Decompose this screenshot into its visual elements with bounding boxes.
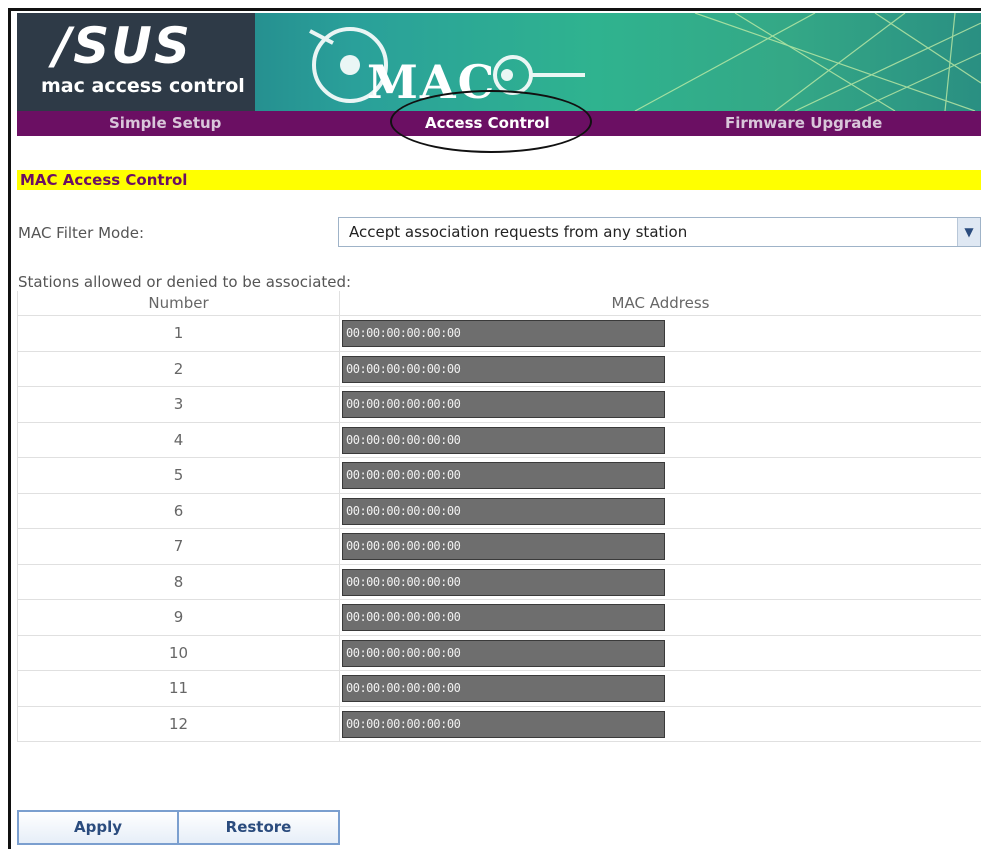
apply-button[interactable]: Apply [17,810,179,845]
row-number: 12 [17,706,340,741]
row-number: 8 [17,564,340,599]
mac-address-field[interactable]: 00:00:00:00:00:00 [342,639,665,667]
top-nav: Simple Setup Access Control Firmware Upg… [17,111,981,136]
banner-mac-text: MAC [367,55,497,109]
row-number: 2 [17,351,340,386]
mac-address-field[interactable]: 00:00:00:00:00:00 [342,604,665,631]
table-row: 8 00:00:00:00:00:00 [17,564,981,600]
header-banner: /SUS mac access control MAC [17,13,981,111]
table-row: 2 00:00:00:00:00:00 [17,351,981,387]
section-header-bar: MAC Access Control [17,170,981,190]
row-number: 3 [17,387,340,422]
mac-address-field[interactable]: 00:00:00:00:00:00 [342,462,665,489]
table-row: 4 00:00:00:00:00:00 [17,422,981,458]
product-subtitle: mac access control [41,75,245,97]
row-number: 5 [17,458,340,493]
nav-access-control[interactable]: Access Control [425,111,550,136]
logo-panel: /SUS mac access control [17,13,255,111]
mac-address-field[interactable]: 00:00:00:00:00:00 [342,426,665,454]
table-row: 1 00:00:00:00:00:00 [17,316,981,352]
row-number: 4 [17,422,340,457]
mac-address-field[interactable]: 00:00:00:00:00:00 [342,391,665,418]
table-row: 12 00:00:00:00:00:00 [17,706,981,742]
table-header-row: Number MAC Address [17,291,981,316]
table-row: 10 00:00:00:00:00:00 [17,635,981,671]
brand-logo: /SUS [53,17,192,75]
row-number: 10 [17,635,340,670]
mac-address-field[interactable]: 00:00:00:00:00:00 [342,675,665,702]
stations-label: Stations allowed or denied to be associa… [18,273,352,291]
window-frame-left [8,8,11,849]
row-number: 9 [17,600,340,635]
row-number: 11 [17,671,340,706]
nav-simple-setup[interactable]: Simple Setup [109,111,221,136]
mac-address-field[interactable]: 00:00:00:00:00:00 [342,497,665,525]
mac-address-field[interactable]: 00:00:00:00:00:00 [342,568,665,596]
table-row: 6 00:00:00:00:00:00 [17,493,981,529]
mac-filter-mode-label: MAC Filter Mode: [18,224,145,242]
row-number: 1 [17,316,340,351]
table-row: 5 00:00:00:00:00:00 [17,458,981,494]
mac-address-field[interactable]: 00:00:00:00:00:00 [342,710,665,738]
table-row: 11 00:00:00:00:00:00 [17,671,981,707]
restore-button[interactable]: Restore [177,810,340,845]
mac-address-field[interactable]: 00:00:00:00:00:00 [342,533,665,560]
column-header-number: Number [17,291,340,315]
section-title: MAC Access Control [20,171,188,189]
row-number: 6 [17,493,340,528]
mac-address-field[interactable]: 00:00:00:00:00:00 [342,320,665,347]
banner-graphic [309,13,981,111]
mac-filter-mode-select[interactable]: Accept association requests from any sta… [338,217,981,247]
table-row: 7 00:00:00:00:00:00 [17,529,981,565]
table-row: 3 00:00:00:00:00:00 [17,387,981,423]
nav-firmware-upgrade[interactable]: Firmware Upgrade [725,111,882,136]
mac-filter-mode-value: Accept association requests from any sta… [349,223,688,241]
row-number: 7 [17,529,340,564]
column-header-mac-address: MAC Address [611,294,710,312]
window-frame-top [8,8,981,11]
mac-address-field[interactable]: 00:00:00:00:00:00 [342,355,665,383]
chevron-down-icon[interactable]: ▼ [957,218,980,246]
mac-address-table: Number MAC Address 1 00:00:00:00:00:00 2… [17,291,981,742]
table-row: 9 00:00:00:00:00:00 [17,600,981,636]
